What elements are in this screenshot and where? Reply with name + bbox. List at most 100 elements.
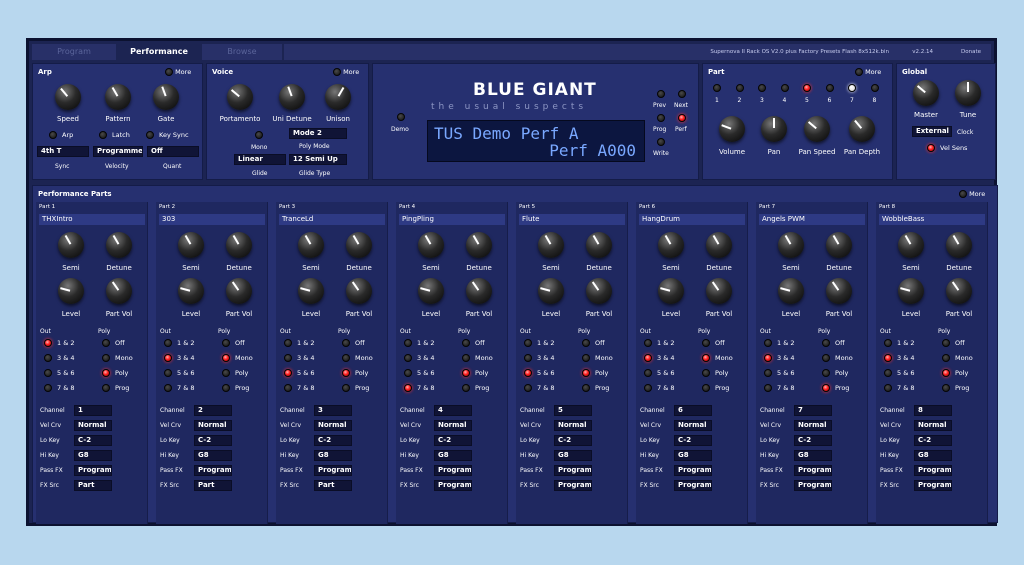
knob-semi[interactable] (178, 232, 204, 258)
out-option[interactable]: 7 & 8 (524, 384, 554, 392)
knob-uni-detune[interactable] (279, 84, 305, 110)
field-lo[interactable]: C-2 (314, 435, 352, 446)
prev-led-icon[interactable] (657, 90, 665, 98)
clock-select[interactable]: External (912, 126, 952, 137)
knob-master[interactable] (913, 80, 939, 106)
out-option[interactable]: 5 & 6 (764, 369, 794, 377)
out-option[interactable]: 3 & 4 (44, 354, 74, 362)
write-led-icon[interactable] (657, 138, 665, 146)
field-hi[interactable]: G8 (194, 450, 232, 461)
out-option[interactable]: 1 & 2 (164, 339, 194, 347)
field-vel[interactable]: Normal (434, 420, 472, 431)
field-channel[interactable]: 2 (194, 405, 232, 416)
part-name-field[interactable]: HangDrum (639, 214, 745, 225)
part-name-field[interactable]: PingPling (399, 214, 505, 225)
part-select-led-icon[interactable] (780, 84, 789, 92)
poly-option[interactable]: Off (582, 339, 605, 347)
field-channel[interactable]: 1 (74, 405, 112, 416)
field-vel[interactable]: Normal (674, 420, 712, 431)
part-name-field[interactable]: Angels PWM (759, 214, 865, 225)
knob-semi[interactable] (778, 232, 804, 258)
prog-led-icon[interactable] (657, 114, 665, 122)
sync-select[interactable]: 4th T (37, 146, 89, 157)
out-option[interactable]: 7 & 8 (764, 384, 794, 392)
poly-option[interactable]: Mono (342, 354, 373, 362)
knob-part-vol[interactable] (826, 278, 852, 304)
part-more-button[interactable]: More (855, 68, 881, 76)
knob-part-vol[interactable] (586, 278, 612, 304)
field-pass[interactable]: Program ( (914, 465, 952, 476)
field-vel[interactable]: Normal (914, 420, 952, 431)
part-name-field[interactable]: 303 (159, 214, 265, 225)
poly-option[interactable]: Poly (102, 369, 128, 377)
out-option[interactable]: 3 & 4 (404, 354, 434, 362)
out-option[interactable]: 1 & 2 (764, 339, 794, 347)
knob-level[interactable] (418, 278, 444, 304)
out-option[interactable]: 3 & 4 (524, 354, 554, 362)
field-vel[interactable]: Normal (554, 420, 592, 431)
poly-option[interactable]: Poly (222, 369, 248, 377)
keysync-toggle[interactable]: Key Sync (146, 131, 189, 139)
knob-pan[interactable] (761, 116, 787, 142)
field-fxsrc[interactable]: Program (674, 480, 712, 491)
out-option[interactable]: 5 & 6 (644, 369, 674, 377)
poly-option[interactable]: Mono (222, 354, 253, 362)
knob-level[interactable] (298, 278, 324, 304)
field-fxsrc[interactable]: Part (194, 480, 232, 491)
poly-option[interactable]: Mono (582, 354, 613, 362)
knob-speed[interactable] (55, 84, 81, 110)
field-lo[interactable]: C-2 (434, 435, 472, 446)
out-option[interactable]: 5 & 6 (524, 369, 554, 377)
field-hi[interactable]: G8 (74, 450, 112, 461)
out-option[interactable]: 7 & 8 (44, 384, 74, 392)
field-vel[interactable]: Normal (794, 420, 832, 431)
out-option[interactable]: 1 & 2 (884, 339, 914, 347)
field-lo[interactable]: C-2 (554, 435, 592, 446)
out-option[interactable]: 7 & 8 (884, 384, 914, 392)
out-option[interactable]: 5 & 6 (44, 369, 74, 377)
poly-option[interactable]: Off (462, 339, 485, 347)
field-lo[interactable]: C-2 (194, 435, 232, 446)
out-option[interactable]: 1 & 2 (44, 339, 74, 347)
field-pass[interactable]: Program ( (674, 465, 712, 476)
knob-semi[interactable] (58, 232, 84, 258)
parts-more-button[interactable]: More (959, 190, 985, 198)
field-hi[interactable]: G8 (794, 450, 832, 461)
poly-option[interactable]: Prog (342, 384, 369, 392)
field-channel[interactable]: 6 (674, 405, 712, 416)
knob-semi[interactable] (418, 232, 444, 258)
field-pass[interactable]: Program ( (314, 465, 352, 476)
field-vel[interactable]: Normal (314, 420, 352, 431)
knob-volume[interactable] (719, 116, 745, 142)
knob-level[interactable] (898, 278, 924, 304)
knob-part-vol[interactable] (106, 278, 132, 304)
part-select-led-icon[interactable] (735, 84, 744, 92)
knob-tune[interactable] (955, 80, 981, 106)
arp-more-button[interactable]: More (165, 68, 191, 76)
field-fxsrc[interactable]: Program (554, 480, 592, 491)
knob-detune[interactable] (466, 232, 492, 258)
knob-detune[interactable] (226, 232, 252, 258)
poly-option[interactable]: Mono (702, 354, 733, 362)
out-option[interactable]: 7 & 8 (164, 384, 194, 392)
field-channel[interactable]: 3 (314, 405, 352, 416)
next-led-icon[interactable] (678, 90, 686, 98)
out-option[interactable]: 5 & 6 (284, 369, 314, 377)
tab-browse[interactable]: Browse (202, 44, 282, 60)
field-pass[interactable]: Program ( (434, 465, 472, 476)
poly-option[interactable]: Off (102, 339, 125, 347)
field-pass[interactable]: Program ( (554, 465, 592, 476)
field-channel[interactable]: 5 (554, 405, 592, 416)
field-hi[interactable]: G8 (314, 450, 352, 461)
part-select-led-icon[interactable] (848, 84, 856, 92)
poly-option[interactable]: Prog (582, 384, 609, 392)
out-option[interactable]: 7 & 8 (644, 384, 674, 392)
knob-semi[interactable] (538, 232, 564, 258)
knob-detune[interactable] (706, 232, 732, 258)
part-name-field[interactable]: WobbleBass (879, 214, 985, 225)
donate-link[interactable]: Donate (961, 44, 981, 60)
out-option[interactable]: 7 & 8 (284, 384, 314, 392)
knob-gate[interactable] (153, 84, 179, 110)
poly-option[interactable]: Off (702, 339, 725, 347)
knob-semi[interactable] (298, 232, 324, 258)
